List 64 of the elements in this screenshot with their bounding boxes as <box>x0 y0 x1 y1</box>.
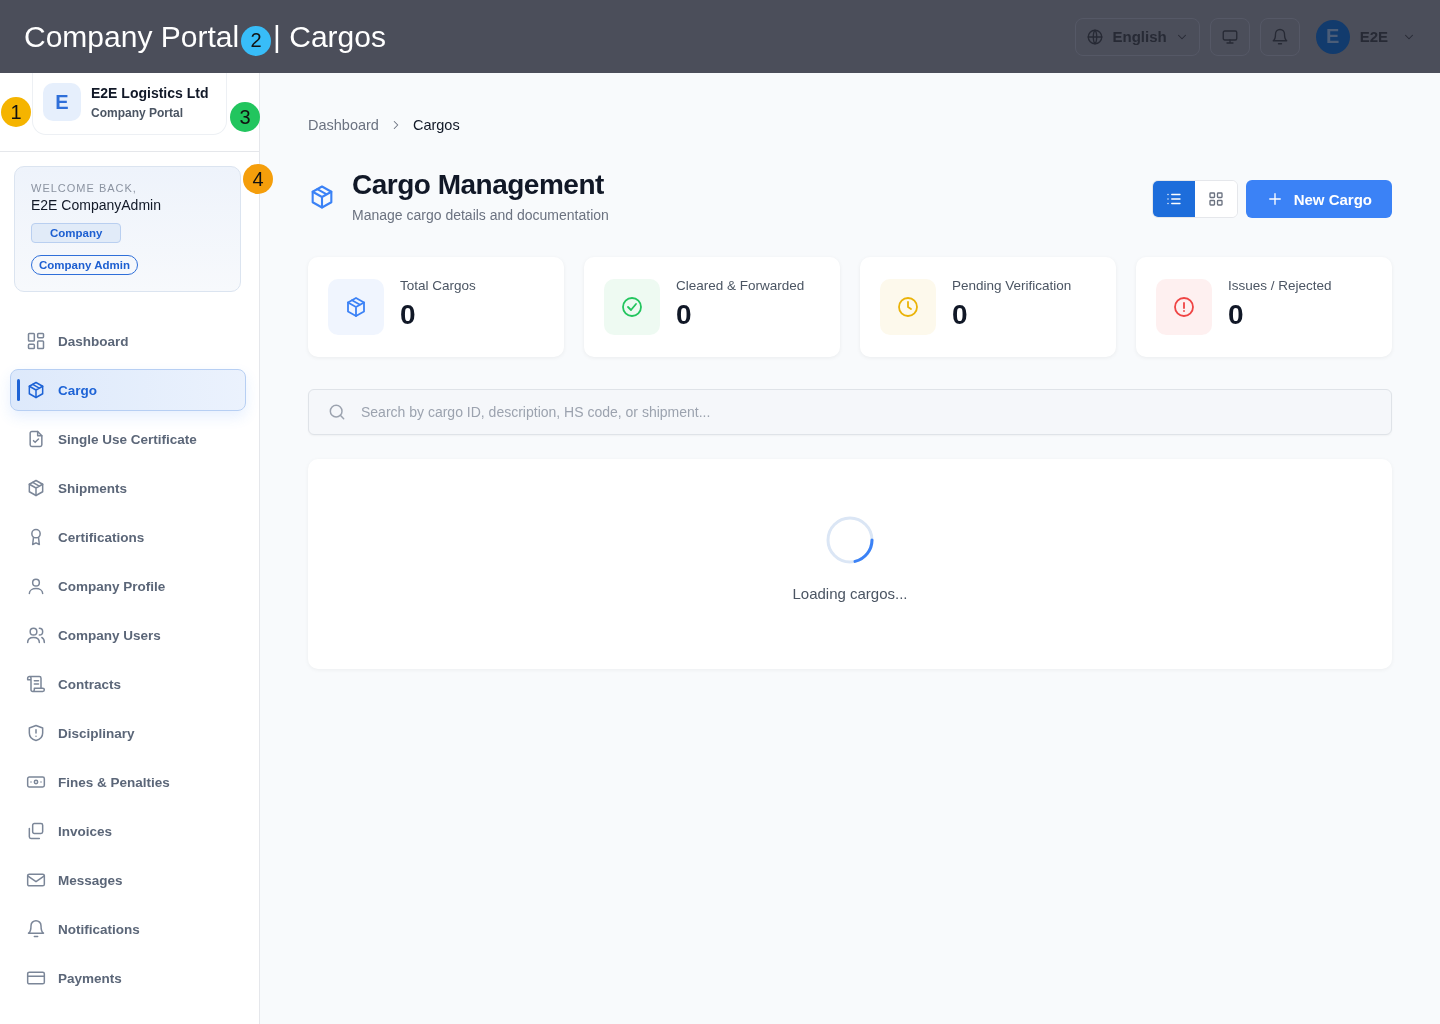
sidebar-item[interactable]: Disciplinary <box>10 712 246 754</box>
document-check-icon <box>26 429 46 449</box>
users-icon <box>26 625 46 645</box>
welcome-label: WELCOME BACK, <box>31 182 137 194</box>
bell-icon <box>1270 27 1289 46</box>
list-view-button[interactable] <box>1152 181 1195 217</box>
grid-icon <box>1206 190 1225 208</box>
role-badge: Company <box>31 223 122 243</box>
stat-value: 0 <box>952 298 969 331</box>
stat-value: 0 <box>676 298 693 331</box>
user-icon <box>26 576 46 596</box>
page-heading: Cargo Management <box>352 169 605 201</box>
sidebar-item[interactable]: Notifications <box>10 908 246 950</box>
search-input[interactable]: Search by cargo ID, description, HS code, or shipment... <box>359 403 1373 421</box>
globe-icon <box>1086 27 1105 46</box>
sidebar-item[interactable]: Shipments <box>10 467 246 509</box>
mail-icon <box>26 870 46 890</box>
check-circle-icon <box>620 295 644 319</box>
shield-icon <box>26 723 46 743</box>
page-title: Company Portal <box>24 19 240 54</box>
search-icon <box>327 402 347 422</box>
page-subtitle: Manage cargo details and documentation <box>352 207 609 223</box>
sidebar-item[interactable]: Contracts <box>10 663 246 705</box>
breadcrumb-current: Cargos <box>412 117 460 133</box>
monitor-icon <box>1220 27 1239 46</box>
sidebar-item[interactable]: Company Profile <box>10 565 246 607</box>
stat-label: Total Cargos <box>400 277 476 293</box>
stat-label: Pending Verification <box>952 277 1072 293</box>
bell-icon <box>26 919 46 939</box>
sidebar-item[interactable]: Messages <box>10 859 246 901</box>
sidebar-item[interactable]: Single Use Certificate <box>10 418 246 460</box>
copy-icon <box>26 821 46 841</box>
sidebar-item[interactable]: Fines & Penalties <box>10 761 246 803</box>
sidebar-item[interactable]: Dashboard <box>10 320 246 362</box>
step-marker: 2 <box>241 25 272 56</box>
stat-value: 0 <box>1228 298 1245 331</box>
box-icon <box>26 380 46 400</box>
stat-label: Cleared & Forwarded <box>676 277 805 293</box>
box-icon <box>344 295 368 319</box>
credit-card-icon <box>26 968 46 988</box>
organization-avatar: E <box>43 83 81 121</box>
sidebar-item[interactable]: Cargo <box>10 369 246 411</box>
clock-icon <box>896 295 920 319</box>
organization-card[interactable]: E E2E Logistics Ltd Company Portal <box>32 73 227 135</box>
sidebar-item[interactable]: Payments <box>10 957 246 999</box>
new-cargo-button[interactable]: New Cargo <box>1245 180 1392 218</box>
stat-label: Issues / Rejected <box>1228 277 1332 293</box>
loading-spinner-icon <box>825 514 875 565</box>
organization-subtitle: Company Portal <box>91 105 184 120</box>
page-title: | Cargos <box>273 19 386 54</box>
user-name: E2E CompanyAdmin <box>31 197 161 213</box>
breadcrumb-link[interactable]: Dashboard <box>308 117 379 133</box>
loading-text: Loading cargos... <box>792 584 908 602</box>
dashboard-icon <box>26 331 46 351</box>
sidebar-item[interactable]: Certifications <box>10 516 246 558</box>
notifications-button[interactable] <box>1259 17 1300 56</box>
alert-circle-icon <box>1172 295 1196 319</box>
scroll-icon <box>26 674 46 694</box>
organization-name: E2E Logistics Ltd <box>91 84 209 101</box>
search-field[interactable]: Search by cargo ID, description, HS code, or shipment... <box>308 389 1392 435</box>
sidebar-item[interactable]: Company Users <box>10 614 246 656</box>
box-icon <box>26 478 46 498</box>
stat-value: 0 <box>400 298 417 331</box>
sidebar-item[interactable]: Invoices <box>10 810 246 852</box>
